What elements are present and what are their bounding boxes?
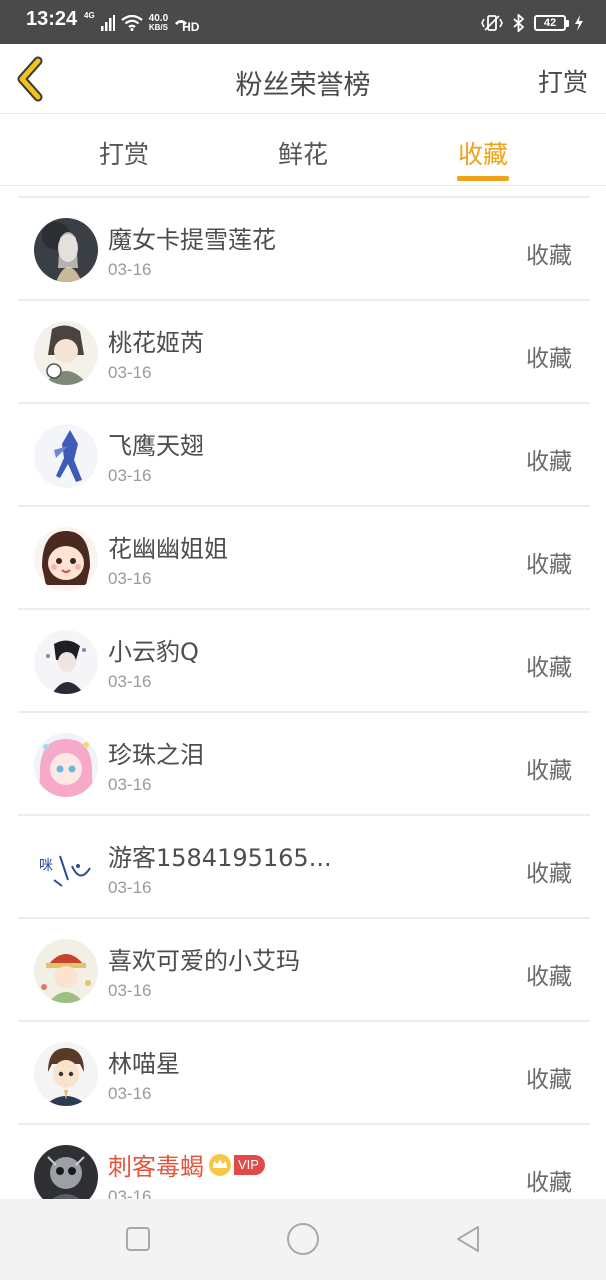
avatar[interactable] (34, 1145, 98, 1199)
bluetooth-icon (513, 14, 525, 32)
system-nav-bar (0, 1199, 606, 1280)
fan-date: 03-16 (108, 775, 152, 794)
fan-date: 03-16 (108, 878, 152, 897)
page-title: 粉丝荣誉榜 (235, 70, 371, 101)
fan-name: 游客1584195165... (108, 844, 332, 872)
fan-date: 03-16 (108, 363, 152, 382)
action-label: 收藏 (526, 655, 572, 681)
avatar[interactable] (34, 939, 98, 1003)
back-nav-button[interactable] (450, 1221, 486, 1257)
triangle-back-icon (457, 1226, 479, 1252)
status-bar: 13:24 4G 40.0 KB/S HD 42 (0, 0, 606, 44)
avatar[interactable] (34, 630, 98, 694)
svg-text:咪: 咪 (39, 858, 53, 874)
fan-name-vip: 刺客毒蝎 VIP (108, 1147, 265, 1182)
tab-favorites[interactable]: 收藏 (433, 135, 533, 171)
active-tab-indicator (457, 176, 509, 181)
action-label: 收藏 (526, 243, 572, 269)
fan-date: 03-16 (108, 260, 152, 279)
list-item[interactable]: 咪 游客1584195165... 03-16 收藏 (0, 816, 606, 919)
tab-reward[interactable]: 打赏 (74, 135, 174, 171)
fan-name: 飞鹰天翅 (108, 432, 204, 460)
list-item[interactable]: 林喵星 03-16 收藏 (0, 1022, 606, 1125)
title-bar: 粉丝荣誉榜 打赏 (0, 44, 606, 114)
fan-date: 03-16 (108, 672, 152, 691)
status-left-icons: 4G 40.0 KB/S HD (84, 11, 200, 35)
battery-level: 42 (543, 17, 557, 29)
avatar[interactable] (34, 527, 98, 591)
action-label: 收藏 (526, 1170, 572, 1196)
vibrate-icon (481, 15, 503, 31)
tab-bar: 打赏 鲜花 收藏 (0, 115, 606, 185)
reward-button[interactable]: 打赏 (538, 63, 588, 99)
avatar[interactable] (34, 321, 98, 385)
home-button[interactable] (285, 1221, 321, 1257)
network-speed: 40.0 KB/S (149, 14, 168, 32)
vip-badge: VIP (234, 1154, 265, 1175)
fan-date: 03-16 (108, 569, 152, 588)
list-item[interactable]: 小云豹Q 03-16 收藏 (0, 610, 606, 713)
action-label: 收藏 (526, 861, 572, 887)
avatar[interactable] (34, 1042, 98, 1106)
fan-name: 珍珠之泪 (108, 741, 204, 769)
wifi-icon (120, 15, 143, 31)
signal-icon (100, 15, 115, 31)
crown-icon (209, 1153, 231, 1176)
back-button[interactable] (14, 56, 54, 102)
action-label: 收藏 (526, 346, 572, 372)
fan-date: 03-16 (108, 1187, 152, 1199)
fan-date: 03-16 (108, 1084, 152, 1103)
list-item[interactable]: 飞鹰天翅 03-16 收藏 (0, 404, 606, 507)
action-label: 收藏 (526, 758, 572, 784)
fan-name: 喜欢可爱的小艾玛 (108, 947, 300, 975)
list-item[interactable]: 魔女卡提雪莲花 03-16 收藏 (0, 198, 606, 301)
action-label: 收藏 (526, 449, 572, 475)
list-item[interactable]: 桃花姬芮 03-16 收藏 (0, 301, 606, 404)
charging-icon (575, 15, 583, 31)
list-item[interactable]: 花幽幽姐姐 03-16 收藏 (0, 507, 606, 610)
fan-date: 03-16 (108, 981, 152, 1000)
network-type: 4G (84, 11, 95, 20)
status-time: 13:24 (26, 8, 78, 30)
avatar[interactable] (34, 424, 98, 488)
recents-button[interactable] (120, 1221, 156, 1257)
avatar[interactable] (34, 218, 98, 282)
list-item[interactable]: 刺客毒蝎 VIP 03-16 收藏 (0, 1125, 606, 1199)
list-item[interactable]: 珍珠之泪 03-16 收藏 (0, 713, 606, 816)
battery-icon: 42 (534, 15, 569, 31)
tabs-divider (0, 185, 606, 186)
action-label: 收藏 (526, 964, 572, 990)
fans-list[interactable]: 魔女卡提雪莲花 03-16 收藏 桃花姬芮 03-16 收藏 飞鹰天翅 03-1… (0, 196, 606, 1199)
fan-date: 03-16 (108, 466, 152, 485)
back-arrow-icon (17, 56, 43, 102)
fan-name: 刺客毒蝎 (108, 1153, 204, 1181)
list-item[interactable]: 喜欢可爱的小艾玛 03-16 收藏 (0, 919, 606, 1022)
fan-name: 花幽幽姐姐 (108, 535, 228, 563)
avatar[interactable]: 咪 (34, 836, 98, 900)
square-icon (126, 1227, 150, 1251)
avatar[interactable] (34, 733, 98, 797)
fan-name: 魔女卡提雪莲花 (108, 226, 276, 254)
action-label: 收藏 (526, 1067, 572, 1093)
speed-unit: KB/S (148, 23, 168, 32)
action-label: 收藏 (526, 552, 572, 578)
fan-name: 小云豹Q (108, 638, 199, 666)
status-right-icons: 42 (480, 12, 584, 34)
fan-name: 林喵星 (108, 1050, 180, 1078)
circle-icon (287, 1223, 319, 1255)
fan-name: 桃花姬芮 (108, 329, 204, 357)
tab-flowers[interactable]: 鲜花 (253, 135, 353, 171)
hd-label: HD (182, 20, 200, 34)
